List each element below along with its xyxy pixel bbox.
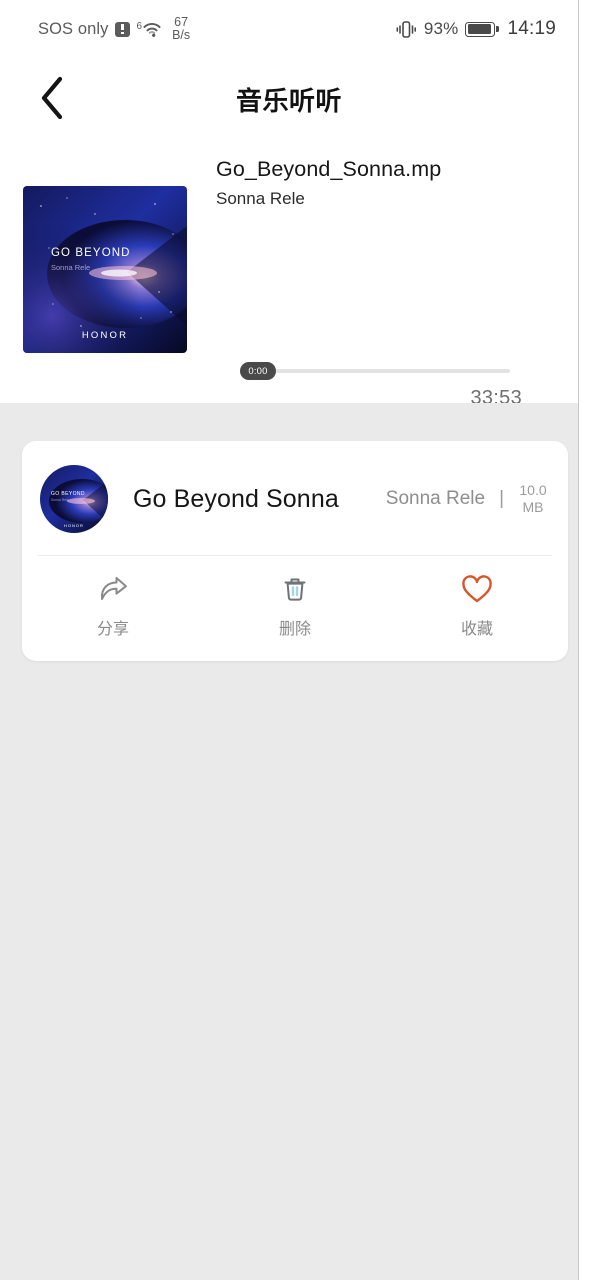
app-header: 音乐听听 bbox=[0, 58, 578, 140]
file-card: GO BEYOND Sonna Rele HONOR Go Beyond Son… bbox=[22, 441, 568, 661]
heart-icon bbox=[461, 574, 493, 604]
album-art-title: GO BEYOND bbox=[51, 247, 131, 259]
content-area: GO BEYOND Sonna Rele HONOR Go Beyond Son… bbox=[0, 403, 578, 1280]
status-bar-left: SOS only 6 67 B/s bbox=[38, 16, 190, 42]
progress-slider[interactable]: 0:00 bbox=[240, 362, 510, 380]
file-card-row[interactable]: GO BEYOND Sonna Rele HONOR Go Beyond Son… bbox=[22, 441, 568, 555]
status-bar: SOS only 6 67 B/s 93% 14:19 bbox=[0, 0, 578, 58]
screen-edge-divider bbox=[578, 0, 579, 1280]
battery-icon bbox=[465, 21, 499, 37]
album-art-image: GO BEYOND Sonna Rele HONOR bbox=[23, 186, 187, 353]
file-title-label: Go Beyond Sonna bbox=[133, 484, 339, 513]
progress-thumb-current-time[interactable]: 0:00 bbox=[240, 362, 276, 380]
vibrate-icon bbox=[395, 20, 417, 39]
file-size-unit: MB bbox=[522, 499, 544, 515]
svg-text:GO BEYOND: GO BEYOND bbox=[51, 491, 85, 497]
warning-icon bbox=[114, 21, 130, 37]
carrier-label: SOS only bbox=[38, 19, 109, 38]
phone-screen: SOS only 6 67 B/s 93% 14:19 音乐听听 GO BEYO… bbox=[0, 0, 591, 1280]
wifi-indicator: 6 bbox=[137, 21, 163, 38]
network-speed-unit: B/s bbox=[172, 28, 191, 42]
wifi-icon bbox=[143, 22, 161, 37]
status-bar-right: 93% 14:19 bbox=[395, 18, 556, 40]
file-artist-label: Sonna Rele bbox=[385, 488, 486, 509]
page-title: 音乐听听 bbox=[235, 85, 342, 116]
share-action-label: 分享 bbox=[96, 621, 129, 638]
delete-action-label: 删除 bbox=[278, 621, 311, 638]
track-name-label: Go_Beyond_Sonna.mp bbox=[216, 157, 442, 181]
svg-text:HONOR: HONOR bbox=[64, 523, 84, 528]
player-section: GO BEYOND Sonna Rele HONOR Go_Beyond_Son… bbox=[0, 140, 578, 489]
clock-label: 14:19 bbox=[507, 18, 556, 39]
battery-percent-label: 93% bbox=[423, 19, 459, 38]
screen-edge-pane bbox=[579, 0, 591, 1280]
file-meta: Sonna Rele | 10.0 MB bbox=[386, 482, 550, 516]
delete-action-button[interactable]: 删除 bbox=[204, 574, 386, 639]
track-artist-label: Sonna Rele bbox=[216, 189, 305, 208]
share-action-button[interactable]: 分享 bbox=[22, 574, 204, 639]
meta-separator: | bbox=[499, 488, 504, 509]
progress-track[interactable] bbox=[258, 369, 510, 373]
svg-text:Sonna Rele: Sonna Rele bbox=[51, 498, 69, 502]
file-size-label: 10.0 MB bbox=[516, 482, 550, 516]
album-art-subtitle: Sonna Rele bbox=[51, 263, 90, 272]
album-thumbnail-image: GO BEYOND Sonna Rele HONOR bbox=[40, 465, 108, 533]
favorite-action-label: 收藏 bbox=[460, 621, 493, 638]
favorite-action-button[interactable]: 收藏 bbox=[386, 574, 568, 639]
file-size-value: 10.0 bbox=[519, 482, 547, 498]
back-chevron-icon bbox=[41, 76, 63, 120]
trash-icon bbox=[282, 574, 308, 604]
share-icon bbox=[97, 574, 129, 604]
back-button[interactable] bbox=[26, 72, 78, 124]
player-track-info: Go_Beyond_Sonna.mp Sonna Rele bbox=[216, 156, 556, 210]
action-bar: 分享 删除 收藏 bbox=[22, 556, 568, 661]
network-speed: 67 B/s bbox=[172, 16, 190, 42]
album-art-brand: HONOR bbox=[82, 330, 128, 341]
